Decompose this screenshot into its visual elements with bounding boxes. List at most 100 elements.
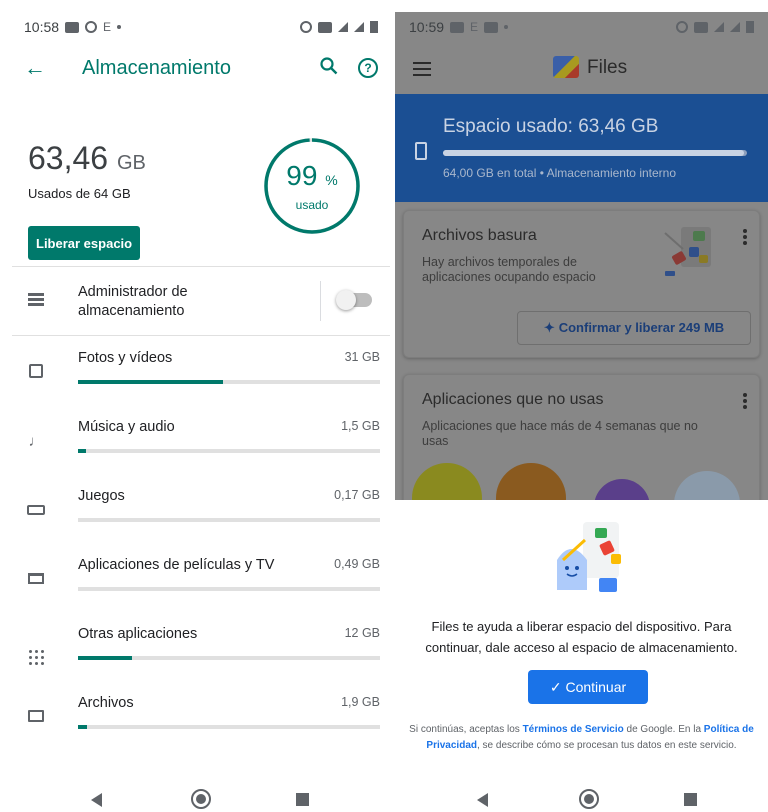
recents-nav-icon[interactable] (296, 793, 309, 806)
category-size: 1,9 GB (341, 695, 380, 709)
menu-icon[interactable] (413, 62, 431, 80)
terms-of-service-link[interactable]: Términos de Servicio (523, 724, 624, 735)
category-name: Aplicaciones de películas y TV (78, 557, 275, 573)
storage-manager-icon (28, 293, 44, 307)
storage-used-title: Espacio usado: 63,46 GB (443, 116, 659, 137)
category-usage-fill (78, 725, 88, 729)
usage-gauge: 99 % usado (262, 136, 362, 236)
storage-manager-row[interactable]: Administrador de almacenamiento (12, 267, 390, 335)
sparkle-icon: ✦ (543, 320, 555, 335)
used-storage-value: 63,46 GB (28, 140, 146, 177)
alarm-icon (676, 21, 688, 33)
photos-icon (26, 364, 46, 382)
confirm-free-label: Confirmar y liberar 249 MB (558, 320, 725, 335)
used-unit: GB (116, 152, 146, 174)
category-size: 1,5 GB (341, 419, 380, 433)
more-options-icon[interactable] (743, 393, 747, 411)
status-time: 10:58 (24, 19, 60, 35)
snapchat-app-icon (412, 463, 482, 500)
storage-manager-toggle[interactable] (336, 290, 372, 310)
status-time: 10:59 (409, 19, 445, 35)
back-nav-icon[interactable] (477, 793, 488, 807)
alarm-icon (300, 21, 312, 33)
storage-usage-bar (443, 150, 747, 156)
category-games[interactable]: Juegos 0,17 GB (12, 474, 390, 543)
status-bar: 10:58 E (12, 12, 390, 42)
gallery-notification-icon (65, 21, 80, 33)
storage-settings-screen: 10:58 E ← Almacenamiento ? 63,46 GB Usad… (12, 12, 390, 780)
back-nav-icon[interactable] (91, 793, 102, 807)
category-movies[interactable]: Aplicaciones de películas y TV 0,49 GB (12, 543, 390, 612)
screenshot-stage: 10:58 E ← Almacenamiento ? 63,46 GB Usad… (0, 0, 768, 812)
free-up-space-button[interactable]: Liberar espacio (28, 226, 141, 260)
gauge-label: usado (295, 198, 329, 212)
storage-usage-fill (443, 150, 744, 156)
unused-card-subtitle: Aplicaciones que hace más de 4 semanas q… (422, 419, 698, 448)
continue-label: Continuar (565, 678, 627, 695)
gauge-symbol: % (325, 172, 338, 188)
confirm-free-button[interactable]: ✦ Confirmar y liberar 249 MB (517, 311, 751, 345)
junk-files-card: Archivos basura Hay archivos temporales … (403, 210, 760, 358)
vibrate-icon (694, 21, 708, 33)
category-usage-fill (78, 380, 223, 384)
folder-icon (26, 709, 46, 726)
gamepad-icon (26, 502, 46, 519)
vibrate-icon (318, 21, 332, 33)
category-other-apps[interactable]: Otras aplicaciones 12 GB (12, 612, 390, 681)
arrow-left-icon[interactable]: ← (24, 55, 64, 81)
gauge-percent: 99 % (262, 160, 362, 192)
permission-message: Files te ayuda a liberar espacio del dis… (425, 619, 738, 655)
category-usage-bar (78, 518, 380, 522)
music-note-icon: ♩ (28, 433, 44, 450)
category-size: 0,49 GB (334, 557, 380, 571)
legal-text: , se describe cómo se procesan tus datos… (477, 740, 737, 751)
storage-usage-band: Espacio usado: 63,46 GB 64,00 GB en tota… (395, 94, 768, 202)
category-usage-fill (78, 449, 86, 453)
category-size: 31 GB (344, 350, 380, 364)
category-usage-bar (78, 449, 380, 453)
unused-card-title: Aplicaciones que no usas (422, 391, 604, 408)
used-value: 63,46 (28, 140, 109, 176)
used-of-total: Usados de 64 GB (28, 186, 131, 201)
apps-grid-icon (26, 640, 46, 665)
storage-summary: 63,46 GB Usados de 64 GB Liberar espacio… (12, 94, 390, 266)
junk-card-subtitle: Hay archivos temporales de aplicaciones … (422, 255, 596, 284)
status-letter: E (470, 20, 479, 34)
phone-icon (415, 142, 427, 160)
more-options-icon[interactable] (743, 229, 747, 247)
search-icon[interactable] (320, 56, 338, 80)
more-notifications-icon (504, 25, 509, 29)
legal-notice: Si continúas, aceptas los Términos de Se… (409, 722, 754, 754)
home-nav-icon[interactable] (191, 789, 211, 809)
category-music[interactable]: ♩ Música y audio 1,5 GB (12, 405, 390, 474)
category-usage-bar (78, 587, 380, 591)
continue-button[interactable]: ✓ Continuar (528, 670, 648, 704)
app-title: Files (587, 57, 628, 78)
help-icon[interactable]: ? (358, 58, 378, 78)
legal-text: Si continúas, aceptas los (409, 724, 523, 735)
app-bar: ← Almacenamiento ? (12, 42, 390, 94)
category-name: Otras aplicaciones (78, 626, 198, 642)
signal-icon (354, 22, 364, 32)
toggle-knob (336, 290, 356, 310)
category-name: Juegos (78, 488, 125, 504)
permission-sheet: Files te ayuda a liberar espacio del dis… (395, 500, 768, 780)
page-title: Almacenamiento (82, 56, 231, 79)
category-usage-bar (78, 380, 380, 384)
gauge-value: 99 (286, 160, 318, 191)
status-letter: E (103, 20, 112, 34)
home-nav-icon[interactable] (579, 789, 599, 809)
signal-icon (730, 22, 740, 32)
junk-card-title: Archivos basura (422, 227, 537, 244)
toggle-separator (320, 281, 321, 321)
category-name: Archivos (78, 695, 134, 711)
messenger-app-icon (594, 479, 650, 500)
category-photos[interactable]: Fotos y vídeos 31 GB (12, 336, 390, 405)
category-files[interactable]: Archivos 1,9 GB (12, 681, 390, 750)
files-app-screen: 10:59 E Files Espacio usado: 63,46 GB 64… (395, 12, 768, 780)
recents-nav-icon[interactable] (684, 793, 697, 806)
wifi-icon (338, 22, 348, 32)
gallery-notification-icon (450, 21, 465, 33)
category-usage-bar (78, 725, 380, 729)
status-bar: 10:59 E (395, 12, 768, 42)
